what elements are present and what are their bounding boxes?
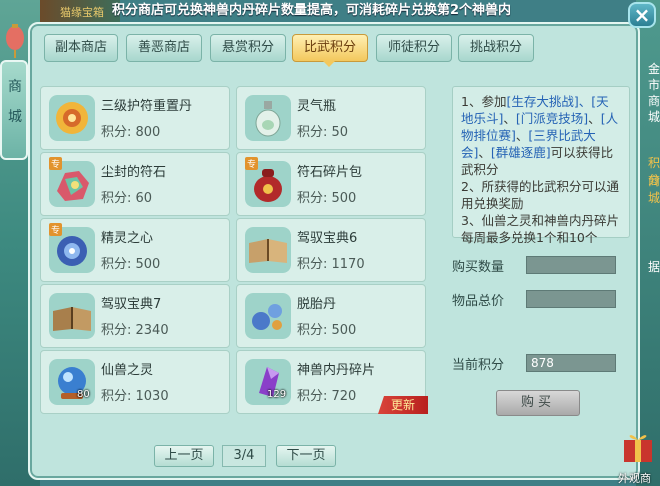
shop-item[interactable]: 专 尘封的符石 积分: 60: [40, 152, 230, 216]
item-price: 积分: 2340: [101, 323, 169, 338]
announcement-marquee: 积分商店可兑换神兽内丹碎片数量提高，可消耗碎片兑换第2个神兽内: [112, 3, 512, 18]
open-book-icon: [245, 227, 291, 273]
current-points-label: 当前积分: [452, 358, 505, 373]
edge-label: 商: [648, 94, 660, 108]
rule-text: 3、仙兽之灵和神兽内丹碎片每周最多兑换1个和10个: [461, 213, 619, 245]
tab-mentor-points[interactable]: 师徒积分: [376, 34, 452, 62]
item-price: 积分: 720: [297, 389, 357, 404]
rule-text: 1、参加: [461, 94, 507, 109]
new-badge: 更新: [378, 396, 428, 414]
rule-text: 、: [478, 145, 491, 160]
edge-label: 金: [648, 62, 660, 76]
shop-item[interactable]: 脱胎丹 积分: 500: [236, 284, 426, 348]
open-book-icon: [49, 293, 95, 339]
rules-description: 1、参加[生存大挑战]、[天地乐斗]、[门派竞技场]、[人物排位赛]、[三界比武…: [452, 86, 630, 245]
tab-karma-shop[interactable]: 善恶商店: [126, 34, 202, 62]
mall-side-tab-label: 商城: [8, 79, 22, 125]
rule-text: 、: [588, 111, 601, 126]
item-price: 积分: 500: [101, 257, 161, 272]
active-tab-pointer: [323, 61, 335, 67]
exclusive-badge: 专: [245, 157, 259, 170]
exclusive-badge: 专: [49, 157, 63, 170]
item-price: 积分: 800: [101, 125, 161, 140]
prev-page-button[interactable]: 上一页: [154, 445, 214, 467]
spirit-bottle-icon: [245, 95, 291, 141]
lantern-icon: [6, 24, 24, 58]
shop-item[interactable]: 灵气瓶 积分: 50: [236, 86, 426, 150]
item-price: 积分: 60: [101, 191, 153, 206]
item-count: 129: [267, 389, 287, 400]
item-price: 积分: 1170: [297, 257, 365, 272]
item-price: 积分: 500: [297, 323, 357, 338]
item-name: 驾驭宝典6: [297, 231, 358, 246]
shop-item[interactable]: 80 仙兽之灵 积分: 1030: [40, 350, 230, 414]
rule-text: 、: [503, 111, 516, 126]
item-name: 驾驭宝典7: [101, 297, 162, 312]
page-indicator: 3/4: [222, 445, 266, 467]
edge-label: 据: [648, 260, 660, 274]
rule-link: [门派竞技场]: [515, 111, 589, 126]
edge-label: 城: [648, 110, 660, 124]
buy-button[interactable]: 购买: [496, 390, 580, 416]
mall-side-tab[interactable]: 商城: [0, 60, 28, 160]
item-name: 神兽内丹碎片: [297, 363, 376, 378]
close-button[interactable]: ×: [628, 2, 656, 28]
blue-pill-icon: [245, 293, 291, 339]
rule-text: 2、所获得的比武积分可以通用兑换奖励: [461, 179, 619, 211]
current-points-value: 878: [526, 354, 616, 372]
shop-item[interactable]: 专 符石碎片包 积分: 500: [236, 152, 426, 216]
rule-text: 、: [515, 128, 529, 143]
appearance-shop-label[interactable]: 外观商: [618, 470, 651, 486]
top-left-label: 猫缘宝箱: [60, 6, 104, 19]
tab-duel-points[interactable]: 比武积分: [292, 34, 368, 62]
edge-label: 市: [648, 78, 660, 92]
item-name: 仙兽之灵: [101, 363, 154, 378]
rule-link: 、[: [578, 94, 597, 109]
tab-challenge-points[interactable]: 挑战积分: [458, 34, 534, 62]
tab-bounty-points[interactable]: 悬赏积分: [210, 34, 286, 62]
quantity-label: 购买数量: [452, 260, 505, 275]
next-page-button[interactable]: 下一页: [276, 445, 336, 467]
shop-item[interactable]: 驾驭宝典6 积分: 1170: [236, 218, 426, 282]
quantity-input[interactable]: [526, 256, 616, 274]
item-price: 积分: 500: [297, 191, 357, 206]
item-name: 三级护符重置丹: [101, 99, 193, 114]
item-name: 符石碎片包: [297, 165, 363, 180]
item-name: 精灵之心: [101, 231, 154, 246]
item-name: 脱胎丹: [297, 297, 337, 312]
rule-link: [群雄逐鹿]: [490, 145, 551, 160]
shop-item[interactable]: 三级护符重置丹 积分: 800: [40, 86, 230, 150]
exclusive-badge: 专: [49, 223, 63, 236]
item-price: 积分: 50: [297, 125, 349, 140]
edge-label: 商城: [648, 174, 660, 205]
total-price-value: [526, 290, 616, 308]
shop-item[interactable]: 驾驭宝典7 积分: 2340: [40, 284, 230, 348]
tab-dungeon-shop[interactable]: 副本商店: [44, 34, 118, 62]
gift-icon[interactable]: [620, 428, 656, 464]
shop-item[interactable]: 专 精灵之心 积分: 500: [40, 218, 230, 282]
item-count: 80: [77, 389, 90, 400]
item-name: 灵气瓶: [297, 99, 337, 114]
total-price-label: 物品总价: [452, 294, 505, 309]
golden-amulet-icon: [49, 95, 95, 141]
item-price: 积分: 1030: [101, 389, 169, 404]
item-name: 尘封的符石: [101, 165, 167, 180]
rule-link: [生存大挑战]: [506, 94, 579, 109]
